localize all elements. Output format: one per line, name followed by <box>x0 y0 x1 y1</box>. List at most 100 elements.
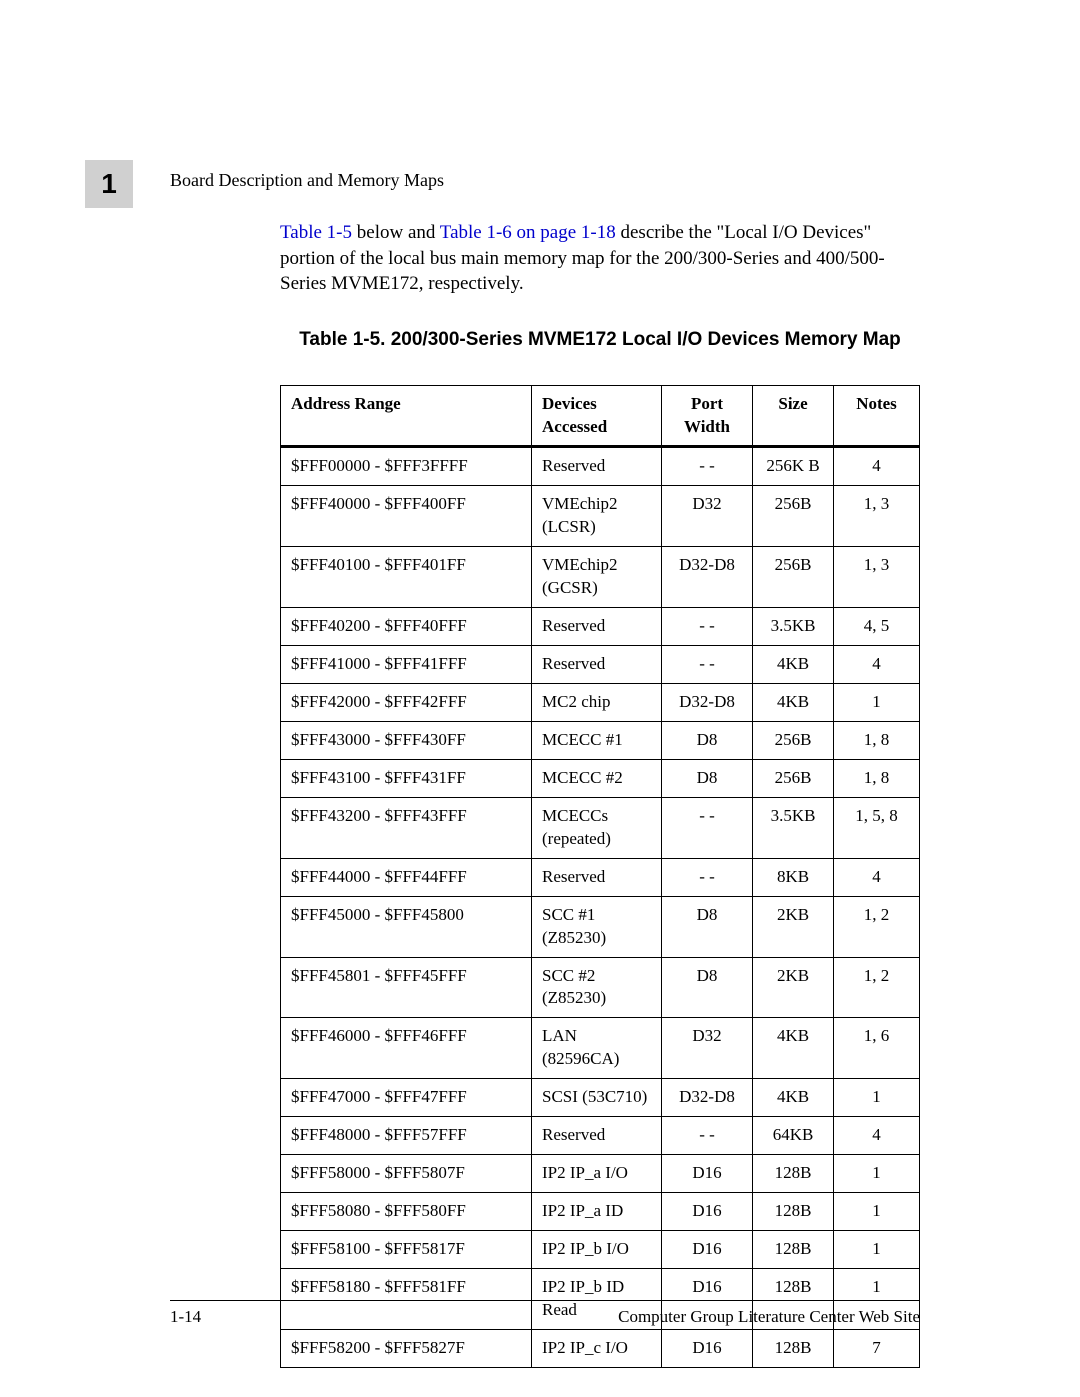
table-row: $FFF43000 - $FFF430FFMCECC #1D8256B1, 8 <box>281 721 920 759</box>
running-head: Board Description and Memory Maps <box>170 170 444 191</box>
table-header-row: Address Range Devices Accessed Port Widt… <box>281 385 920 447</box>
cell-dev: Reserved <box>532 608 662 646</box>
col-header-devices: Devices Accessed <box>532 385 662 447</box>
cell-notes: 4, 5 <box>834 608 920 646</box>
cell-size: 3.5KB <box>753 797 834 858</box>
col-header-size: Size <box>753 385 834 447</box>
table-row: $FFF40100 - $FFF401FFVMEchip2 (GCSR)D32-… <box>281 547 920 608</box>
cell-notes: 7 <box>834 1329 920 1367</box>
cell-port: - - <box>662 447 753 486</box>
cell-size: 256B <box>753 486 834 547</box>
cell-dev: MC2 chip <box>532 684 662 722</box>
cell-notes: 1, 2 <box>834 896 920 957</box>
cell-size: 3.5KB <box>753 608 834 646</box>
cell-dev: Reserved <box>532 646 662 684</box>
table-row: $FFF58200 - $FFF5827FIP2 IP_c I/OD16128B… <box>281 1329 920 1367</box>
cell-size: 2KB <box>753 957 834 1018</box>
cell-notes: 1, 8 <box>834 759 920 797</box>
cell-port: D8 <box>662 957 753 1018</box>
table-row: $FFF45801 - $FFF45FFFSCC #2 (Z85230)D82K… <box>281 957 920 1018</box>
cell-addr: $FFF58100 - $FFF5817F <box>281 1231 532 1269</box>
cell-port: - - <box>662 1117 753 1155</box>
chapter-badge: 1 <box>85 160 133 208</box>
intro-paragraph: Table 1-5 below and Table 1-6 on page 1-… <box>280 220 920 297</box>
table-row: $FFF41000 - $FFF41FFFReserved- -4KB4 <box>281 646 920 684</box>
cell-dev: MCECC #2 <box>532 759 662 797</box>
cell-notes: 1 <box>834 1231 920 1269</box>
cell-notes: 1, 6 <box>834 1018 920 1079</box>
table-row: $FFF48000 - $FFF57FFFReserved- -64KB4 <box>281 1117 920 1155</box>
cell-dev: MCECCs (repeated) <box>532 797 662 858</box>
cell-addr: $FFF41000 - $FFF41FFF <box>281 646 532 684</box>
cell-dev: SCSI (53C710) <box>532 1079 662 1117</box>
page: 1 Board Description and Memory Maps Tabl… <box>0 0 1080 1397</box>
cell-size: 64KB <box>753 1117 834 1155</box>
cell-dev: LAN (82596CA) <box>532 1018 662 1079</box>
col-header-port-width: Port Width <box>662 385 753 447</box>
memory-map-table: Address Range Devices Accessed Port Widt… <box>280 385 920 1368</box>
cell-size: 256B <box>753 721 834 759</box>
cell-size: 4KB <box>753 684 834 722</box>
link-table-1-6[interactable]: Table 1-6 on page 1-18 <box>440 222 616 243</box>
cell-dev: IP2 IP_a I/O <box>532 1155 662 1193</box>
table-row: $FFF00000 - $FFF3FFFFReserved- -256K B4 <box>281 447 920 486</box>
cell-addr: $FFF58200 - $FFF5827F <box>281 1329 532 1367</box>
cell-size: 256B <box>753 759 834 797</box>
cell-addr: $FFF40100 - $FFF401FF <box>281 547 532 608</box>
cell-notes: 1 <box>834 684 920 722</box>
cell-notes: 1, 2 <box>834 957 920 1018</box>
cell-size: 128B <box>753 1193 834 1231</box>
cell-dev: IP2 IP_c I/O <box>532 1329 662 1367</box>
cell-notes: 1, 3 <box>834 547 920 608</box>
cell-port: D32 <box>662 486 753 547</box>
cell-addr: $FFF43100 - $FFF431FF <box>281 759 532 797</box>
cell-dev: SCC #1 (Z85230) <box>532 896 662 957</box>
cell-port: D32-D8 <box>662 684 753 722</box>
cell-size: 256K B <box>753 447 834 486</box>
para-text-1: below and <box>352 222 440 243</box>
cell-dev: Reserved <box>532 447 662 486</box>
cell-port: D32-D8 <box>662 1079 753 1117</box>
cell-notes: 1 <box>834 1193 920 1231</box>
cell-addr: $FFF40000 - $FFF400FF <box>281 486 532 547</box>
cell-size: 2KB <box>753 896 834 957</box>
cell-addr: $FFF47000 - $FFF47FFF <box>281 1079 532 1117</box>
cell-size: 4KB <box>753 646 834 684</box>
cell-notes: 4 <box>834 1117 920 1155</box>
cell-port: D8 <box>662 721 753 759</box>
cell-size: 128B <box>753 1231 834 1269</box>
cell-size: 4KB <box>753 1018 834 1079</box>
cell-dev: SCC #2 (Z85230) <box>532 957 662 1018</box>
table-row: $FFF44000 - $FFF44FFFReserved- -8KB4 <box>281 858 920 896</box>
cell-addr: $FFF00000 - $FFF3FFFF <box>281 447 532 486</box>
cell-size: 4KB <box>753 1079 834 1117</box>
cell-addr: $FFF42000 - $FFF42FFF <box>281 684 532 722</box>
chapter-number: 1 <box>101 168 117 200</box>
cell-port: - - <box>662 858 753 896</box>
cell-notes: 4 <box>834 646 920 684</box>
cell-port: D8 <box>662 896 753 957</box>
cell-port: D8 <box>662 759 753 797</box>
table-row: $FFF40200 - $FFF40FFFReserved- -3.5KB4, … <box>281 608 920 646</box>
cell-dev: MCECC #1 <box>532 721 662 759</box>
cell-port: D32 <box>662 1018 753 1079</box>
cell-port: - - <box>662 646 753 684</box>
cell-addr: $FFF58000 - $FFF5807F <box>281 1155 532 1193</box>
cell-addr: $FFF43200 - $FFF43FFF <box>281 797 532 858</box>
cell-addr: $FFF44000 - $FFF44FFF <box>281 858 532 896</box>
page-footer: 1-14 Computer Group Literature Center We… <box>170 1300 920 1327</box>
table-row: $FFF58080 - $FFF580FFIP2 IP_a IDD16128B1 <box>281 1193 920 1231</box>
cell-size: 8KB <box>753 858 834 896</box>
cell-notes: 1 <box>834 1079 920 1117</box>
cell-notes: 4 <box>834 447 920 486</box>
table-row: $FFF45000 - $FFF45800SCC #1 (Z85230)D82K… <box>281 896 920 957</box>
table-row: $FFF40000 - $FFF400FFVMEchip2 (LCSR)D322… <box>281 486 920 547</box>
cell-addr: $FFF40200 - $FFF40FFF <box>281 608 532 646</box>
table-row: $FFF43100 - $FFF431FFMCECC #2D8256B1, 8 <box>281 759 920 797</box>
link-table-1-5[interactable]: Table 1-5 <box>280 222 352 243</box>
cell-dev: IP2 IP_b I/O <box>532 1231 662 1269</box>
col-header-notes: Notes <box>834 385 920 447</box>
cell-addr: $FFF48000 - $FFF57FFF <box>281 1117 532 1155</box>
cell-size: 128B <box>753 1155 834 1193</box>
cell-notes: 1, 3 <box>834 486 920 547</box>
